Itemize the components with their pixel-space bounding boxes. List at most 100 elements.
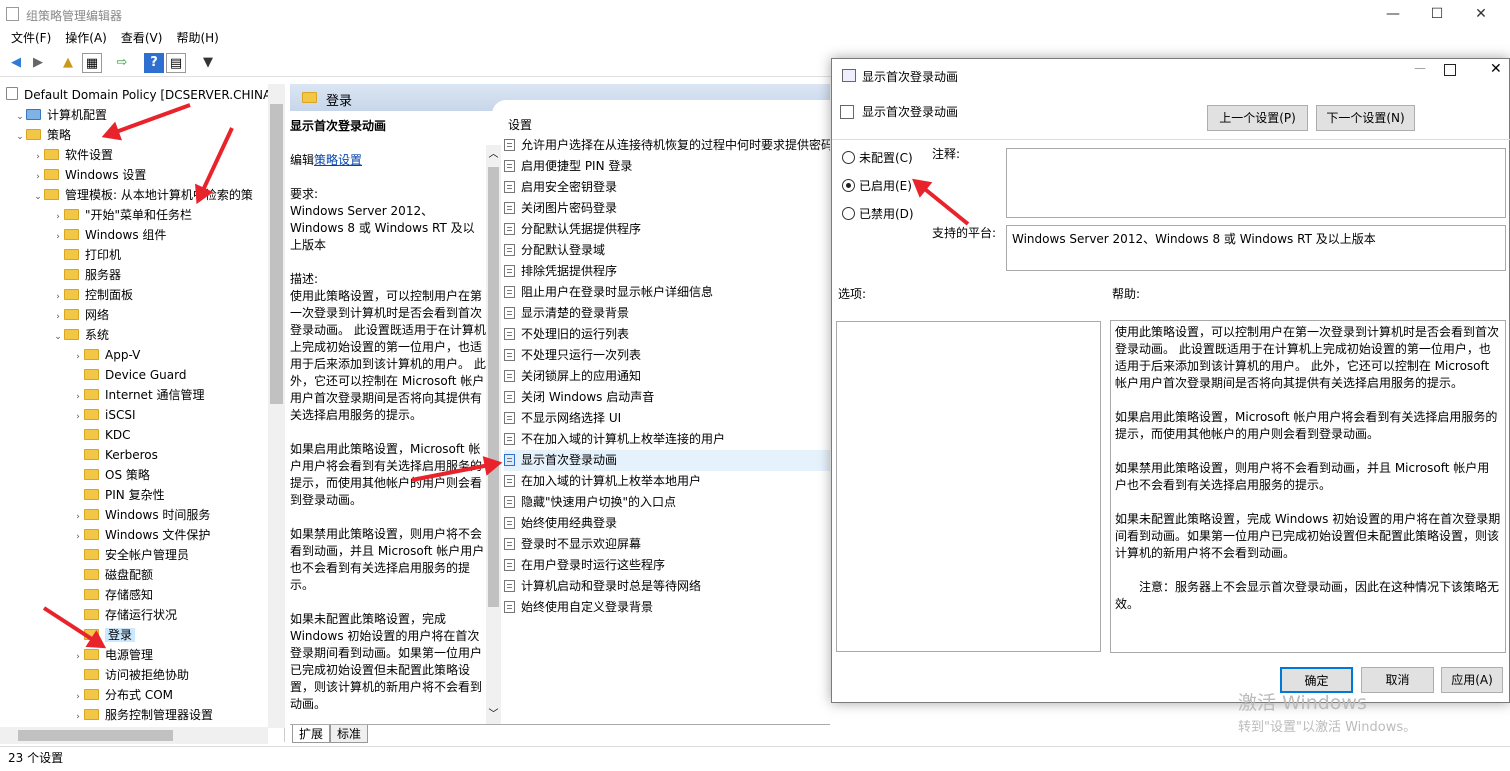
setting-row[interactable]: 关闭 Windows 启动声音 — [504, 387, 830, 408]
setting-row[interactable]: 关闭图片密码登录 — [504, 198, 830, 219]
scroll-up-icon[interactable]: ︿ — [486, 145, 501, 165]
dialog-maximize-button[interactable] — [1444, 64, 1456, 76]
tree-item[interactable]: › 电源管理 — [72, 645, 153, 665]
tree-item[interactable]: › Windows 时间服务 — [72, 505, 210, 525]
setting-row[interactable]: 登录时不显示欢迎屏幕 — [504, 534, 830, 555]
tree-scroll-thumb[interactable] — [270, 104, 283, 404]
tree-item[interactable]: › Windows 文件保护 — [72, 525, 210, 545]
chevron-right-icon[interactable]: › — [72, 687, 84, 707]
tree-item[interactable]: › iSCSI — [72, 405, 135, 427]
close-button[interactable]: ✕ — [1458, 0, 1504, 28]
chevron-down-icon[interactable]: ⌄ — [14, 127, 26, 147]
setting-row[interactable]: 始终使用经典登录 — [504, 513, 830, 534]
tree-horizontal-scrollbar[interactable] — [0, 727, 268, 744]
tree-item[interactable]: › Internet 通信管理 — [72, 385, 204, 405]
setting-row[interactable]: 阻止用户在登录时显示帐户详细信息 — [504, 282, 830, 303]
tree-item[interactable]: › 服务控制管理器设置 — [72, 705, 213, 725]
tree-item[interactable]: ⌄ 系统 — [52, 325, 109, 345]
previous-setting-button[interactable]: 上一个设置(P) — [1207, 105, 1308, 131]
filter-icon[interactable]: ▼ — [198, 53, 218, 73]
tree-item[interactable]: 访问被拒绝协助 — [72, 665, 189, 685]
tree-item[interactable]: Default Domain Policy [DCSERVER.CHINA — [6, 85, 271, 105]
chevron-down-icon[interactable]: ⌄ — [32, 187, 44, 207]
next-setting-button[interactable]: 下一个设置(N) — [1316, 105, 1415, 131]
tree-item[interactable]: 存储感知 — [72, 585, 153, 605]
chevron-right-icon[interactable]: › — [32, 167, 44, 187]
chevron-down-icon[interactable]: ⌄ — [14, 107, 26, 127]
maximize-button[interactable]: ☐ — [1414, 0, 1460, 28]
radio-disabled[interactable]: 已禁用(D) — [842, 204, 914, 224]
tree-item[interactable]: 存储运行状况 — [72, 605, 177, 625]
tab-extended[interactable]: 扩展 — [292, 725, 331, 743]
chevron-right-icon[interactable]: › — [72, 527, 84, 547]
tree-item[interactable]: 安全帐户管理员 — [72, 545, 189, 565]
tree-item[interactable]: › 分布式 COM — [72, 685, 173, 705]
setting-row[interactable]: 启用便捷型 PIN 登录 — [504, 156, 830, 177]
tree-item[interactable]: › Windows 组件 — [52, 225, 166, 245]
setting-row[interactable]: 计算机启动和登录时总是等待网络 — [504, 576, 830, 597]
apply-button[interactable]: 应用(A) — [1441, 667, 1503, 693]
edit-policy-link[interactable]: 策略设置 — [314, 153, 362, 167]
tab-standard[interactable]: 标准 — [330, 725, 369, 743]
setting-row[interactable]: 始终使用自定义登录背景 — [504, 597, 830, 618]
chevron-right-icon[interactable]: › — [72, 387, 84, 407]
back-icon[interactable]: ◀ — [6, 53, 26, 73]
tree-item[interactable]: 服务器 — [52, 265, 121, 285]
tree-item[interactable]: ⌄ 策略 — [14, 125, 71, 145]
menu-action[interactable]: 操作(A) — [58, 28, 114, 48]
setting-row[interactable]: 分配默认凭据提供程序 — [504, 219, 830, 240]
tree-item[interactable]: OS 策略 — [72, 465, 150, 485]
chevron-right-icon[interactable]: › — [52, 287, 64, 307]
forward-icon[interactable]: ▶ — [28, 53, 48, 73]
setting-row[interactable]: 在用户登录时运行这些程序 — [504, 555, 830, 576]
tree-item[interactable]: 磁盘配额 — [72, 565, 153, 585]
chevron-right-icon[interactable]: › — [72, 647, 84, 667]
setting-row[interactable]: 不处理只运行一次列表 — [504, 345, 830, 366]
chevron-right-icon[interactable]: › — [32, 147, 44, 167]
setting-row[interactable]: 不在加入域的计算机上枚举连接的用户 — [504, 429, 830, 450]
show-hide-tree-icon[interactable]: ▦ — [82, 53, 102, 73]
export-icon[interactable]: ⇨ — [112, 53, 132, 73]
chevron-right-icon[interactable]: › — [52, 227, 64, 247]
up-folder-icon[interactable]: ▲ — [58, 53, 78, 73]
radio-not-configured[interactable]: 未配置(C) — [842, 148, 913, 168]
tree-item[interactable]: ⌄ 计算机配置 — [14, 105, 107, 125]
tree-item[interactable]: PIN 复杂性 — [72, 485, 165, 505]
comment-textarea[interactable] — [1006, 148, 1506, 218]
setting-row[interactable]: 显示清楚的登录背景 — [504, 303, 830, 324]
description-scrollbar[interactable]: ︿ ﹀ — [486, 145, 501, 725]
chevron-right-icon[interactable]: › — [72, 707, 84, 727]
chevron-right-icon[interactable]: › — [72, 347, 84, 367]
setting-row[interactable]: 允许用户选择在从连接待机恢复的过程中何时要求提供密码 — [504, 135, 830, 156]
description-scroll-thumb[interactable] — [488, 167, 499, 607]
scroll-down-icon[interactable]: ﹀ — [486, 705, 501, 725]
chevron-right-icon[interactable]: › — [72, 407, 84, 427]
properties-icon[interactable]: ▤ — [166, 53, 186, 73]
chevron-right-icon[interactable]: › — [52, 307, 64, 327]
tree-hscroll-thumb[interactable] — [18, 730, 173, 741]
help-icon[interactable]: ? — [144, 53, 164, 73]
tree-item[interactable]: Kerberos — [72, 445, 158, 465]
chevron-down-icon[interactable]: ⌄ — [52, 327, 64, 347]
setting-row[interactable]: 在加入域的计算机上枚举本地用户 — [504, 471, 830, 492]
tree-item[interactable]: › "开始"菜单和任务栏 — [52, 205, 192, 225]
setting-row[interactable]: 分配默认登录域 — [504, 240, 830, 261]
menu-help[interactable]: 帮助(H) — [169, 28, 225, 48]
menu-file[interactable]: 文件(F) — [4, 28, 58, 48]
setting-row[interactable]: 显示首次登录动画 — [504, 450, 830, 471]
setting-row[interactable]: 关闭锁屏上的应用通知 — [504, 366, 830, 387]
setting-row[interactable]: 隐藏"快速用户切换"的入口点 — [504, 492, 830, 513]
chevron-right-icon[interactable]: › — [72, 507, 84, 527]
menu-view[interactable]: 查看(V) — [114, 28, 170, 48]
tree-item[interactable]: › Windows 设置 — [32, 165, 146, 185]
tree-item[interactable]: › 网络 — [52, 305, 109, 325]
setting-row[interactable]: 排除凭据提供程序 — [504, 261, 830, 282]
tree-item[interactable]: 打印机 — [52, 245, 121, 265]
setting-row[interactable]: 不显示网络选择 UI — [504, 408, 830, 429]
radio-enabled[interactable]: 已启用(E) — [842, 176, 912, 196]
settings-column-header[interactable]: 设置 — [508, 116, 532, 133]
dialog-minimize-button[interactable]: — — [1400, 61, 1440, 75]
chevron-right-icon[interactable]: › — [52, 207, 64, 227]
tree-vertical-scrollbar[interactable] — [268, 84, 285, 728]
tree-item[interactable]: › App-V — [72, 345, 140, 365]
